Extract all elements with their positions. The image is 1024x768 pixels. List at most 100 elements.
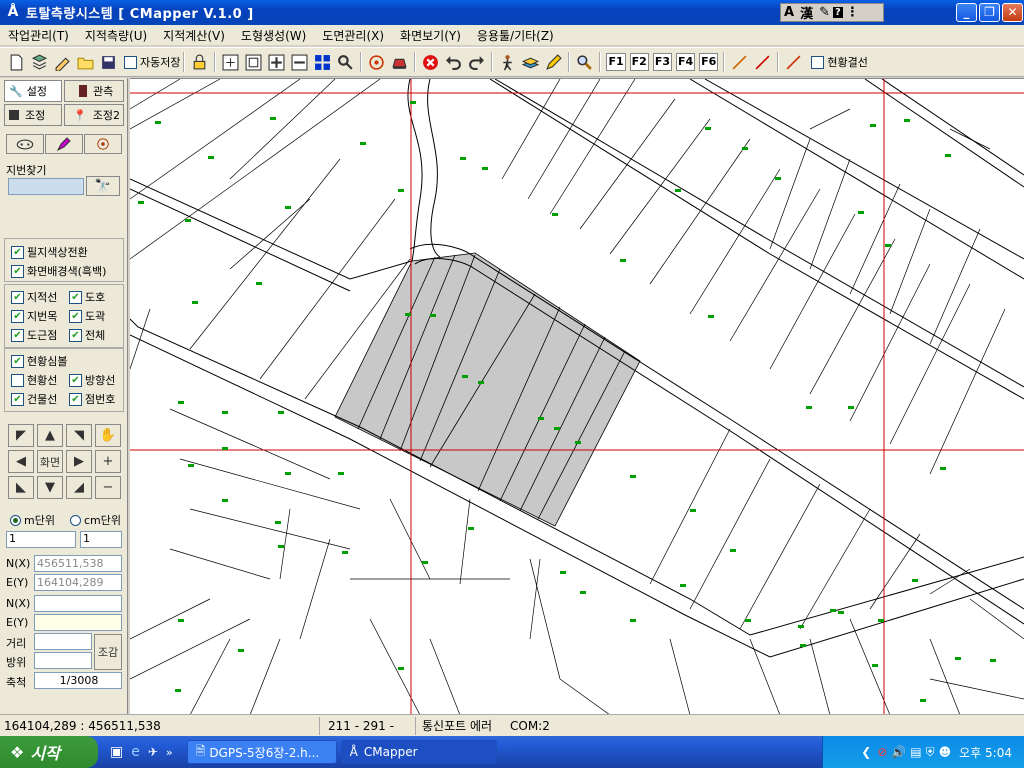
- tray-network-icon[interactable]: ▤: [910, 745, 921, 759]
- ime-toolbar[interactable]: A 漢 ✎ ? ⋮: [780, 3, 884, 22]
- f1-button[interactable]: F1: [606, 53, 626, 71]
- northing-field[interactable]: 456511,538: [34, 555, 122, 572]
- search-lot-icon[interactable]: [335, 52, 356, 73]
- save-icon[interactable]: [98, 52, 119, 73]
- layer-status-line[interactable]: 현황선: [11, 372, 57, 388]
- start-button[interactable]: ❖ 시작: [0, 736, 98, 768]
- zoom-plus-icon[interactable]: [266, 52, 287, 73]
- distance-field[interactable]: [34, 633, 92, 650]
- northing-2-field[interactable]: [34, 595, 122, 612]
- pan-up-icon[interactable]: ▲: [37, 424, 63, 447]
- layer-point-number[interactable]: ✔ 점번호: [69, 391, 115, 407]
- open-folder-icon[interactable]: [75, 52, 96, 73]
- bearing-field[interactable]: [34, 652, 92, 669]
- tray-volume-icon[interactable]: 🔊: [891, 745, 906, 759]
- menu-calc[interactable]: 지적계산(V): [155, 27, 233, 44]
- task-dgps[interactable]: 🗎 DGPS-5장6장-2.h...: [186, 740, 337, 764]
- map-canvas[interactable]: [130, 78, 1024, 714]
- hand-pan-icon[interactable]: ✋: [95, 424, 121, 447]
- survey-person-icon[interactable]: [497, 52, 518, 73]
- jogak-button[interactable]: 조감: [94, 634, 122, 670]
- selected-parcels[interactable]: [334, 252, 641, 527]
- new-file-icon[interactable]: [6, 52, 27, 73]
- maximize-button[interactable]: ❐: [979, 3, 1000, 22]
- ime-tool-icon[interactable]: ✎: [816, 5, 833, 20]
- ime-help[interactable]: ?: [832, 7, 843, 18]
- tray-block-icon[interactable]: ⊘: [877, 745, 887, 759]
- center-screen-button[interactable]: 화면: [37, 450, 63, 473]
- quicklaunch-ie-icon[interactable]: e: [131, 744, 140, 760]
- close-button[interactable]: ✕: [1002, 3, 1023, 22]
- f6-button[interactable]: F6: [699, 53, 719, 71]
- menu-shape[interactable]: 도형생성(W): [233, 27, 314, 44]
- menu-view[interactable]: 화면보기(Y): [392, 27, 469, 44]
- autosave-checkbox[interactable]: 자동저장: [124, 54, 180, 70]
- f2-button[interactable]: F2: [629, 53, 649, 71]
- layer-control-point[interactable]: ✔ 도근점: [11, 327, 57, 343]
- tab-adjust[interactable]: 조정: [4, 104, 62, 126]
- edit-icon[interactable]: [52, 52, 73, 73]
- ime-options-icon[interactable]: ⋮: [843, 5, 862, 20]
- layer-building-line[interactable]: ✔ 건물선: [11, 391, 57, 407]
- print-icon[interactable]: [389, 52, 410, 73]
- layer-dogwak[interactable]: ✔ 도곽: [69, 308, 105, 324]
- zoom-extent-icon[interactable]: [243, 52, 264, 73]
- zoom-in-plus-icon[interactable]: +: [95, 450, 121, 473]
- pan-up-right-icon[interactable]: ◥: [66, 424, 92, 447]
- f3-button[interactable]: F3: [652, 53, 672, 71]
- point-target-icon[interactable]: [84, 134, 122, 154]
- layer-lot-number[interactable]: ✔ 지번목: [11, 308, 57, 324]
- unit-cm-radio[interactable]: cm단위: [70, 512, 121, 528]
- pen-tool-icon[interactable]: [45, 134, 83, 154]
- unit-m-radio[interactable]: m단위: [10, 512, 55, 528]
- easting-field[interactable]: 164104,289: [34, 574, 122, 591]
- tray-expand-icon[interactable]: ❮: [861, 745, 871, 759]
- stop-icon[interactable]: [420, 52, 441, 73]
- f4-button[interactable]: F4: [676, 53, 696, 71]
- gps-icon[interactable]: [6, 134, 44, 154]
- line-tool-3-icon[interactable]: [783, 52, 804, 73]
- magnify-icon[interactable]: [574, 52, 595, 73]
- scale-field[interactable]: 1/3008: [34, 672, 122, 689]
- cadastral-map[interactable]: [130, 79, 1024, 714]
- grid-icon[interactable]: [312, 52, 333, 73]
- menu-job[interactable]: 작업관리(T): [0, 27, 77, 44]
- quicklaunch-app-icon[interactable]: ✈: [148, 745, 158, 759]
- pan-left-icon[interactable]: ◀: [8, 450, 34, 473]
- lock-icon[interactable]: [189, 52, 210, 73]
- menu-tools[interactable]: 응용툴/기타(Z): [469, 27, 562, 44]
- pan-up-left-icon[interactable]: ◤: [8, 424, 34, 447]
- tab-adjust2[interactable]: 📍 조정2: [64, 104, 124, 126]
- binoculars-icon[interactable]: 🔭: [86, 176, 120, 196]
- line-tool-2-icon[interactable]: [752, 52, 773, 73]
- layer-stack-icon[interactable]: [520, 52, 541, 73]
- ime-mode[interactable]: A: [781, 5, 797, 20]
- toggle-parcel-color[interactable]: ✔ 필지색상전환: [11, 244, 88, 260]
- ime-hanja[interactable]: 漢: [797, 3, 816, 22]
- tray-users-icon[interactable]: ☻: [939, 745, 952, 759]
- pencil-icon[interactable]: [543, 52, 564, 73]
- zoom-out-minus-icon[interactable]: −: [95, 476, 121, 499]
- line-tool-1-icon[interactable]: [729, 52, 750, 73]
- task-cmapper[interactable]: Å CMapper: [340, 740, 497, 764]
- tray-security-icon[interactable]: ⛨: [926, 745, 935, 760]
- layer-direction-line[interactable]: ✔ 방향선: [69, 372, 115, 388]
- layer-all[interactable]: ✔ 전체: [69, 327, 105, 343]
- target-icon[interactable]: [366, 52, 387, 73]
- current-line-checkbox[interactable]: 현황결선: [811, 54, 868, 70]
- quicklaunch-desktop-icon[interactable]: ▣: [110, 744, 123, 760]
- spin-input-1[interactable]: 1: [6, 531, 76, 548]
- zoom-minus-icon[interactable]: [289, 52, 310, 73]
- layer-doho[interactable]: ✔ 도호: [69, 289, 105, 305]
- zoom-in-window-icon[interactable]: [220, 52, 241, 73]
- menu-survey[interactable]: 지적측량(U): [77, 27, 155, 44]
- quicklaunch-more-icon[interactable]: »: [166, 746, 173, 759]
- layers-icon[interactable]: [29, 52, 50, 73]
- minimize-button[interactable]: _: [956, 3, 977, 22]
- pan-down-left-icon[interactable]: ◣: [8, 476, 34, 499]
- redo-icon[interactable]: [466, 52, 487, 73]
- undo-icon[interactable]: [443, 52, 464, 73]
- pan-down-icon[interactable]: ▼: [37, 476, 63, 499]
- lot-search-input[interactable]: [8, 178, 84, 195]
- tab-observe[interactable]: 관측: [64, 80, 124, 102]
